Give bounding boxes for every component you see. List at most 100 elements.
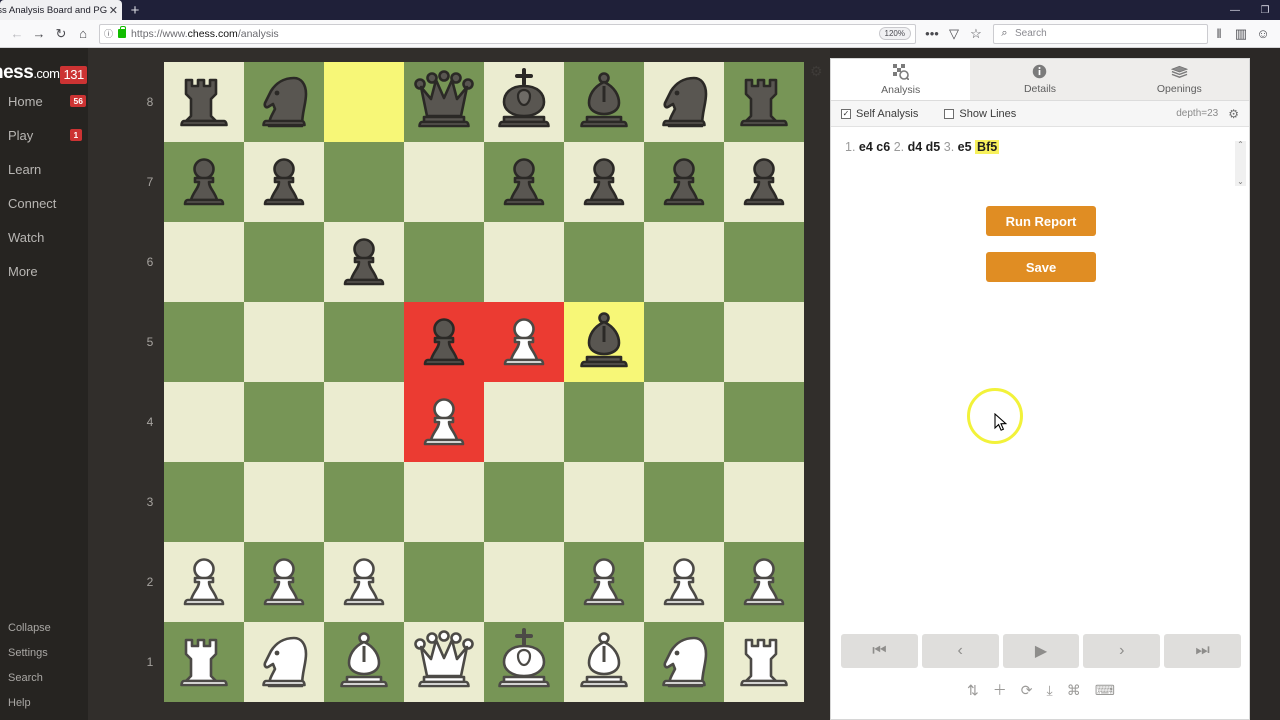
white-bishop-icon[interactable] bbox=[564, 622, 644, 702]
square-d7[interactable] bbox=[404, 142, 484, 222]
sidebar-footer-collapse[interactable]: Collapse bbox=[8, 618, 98, 638]
white-rook-icon[interactable] bbox=[724, 622, 804, 702]
square-b8[interactable] bbox=[244, 62, 324, 142]
black-pawn-icon[interactable] bbox=[644, 142, 724, 222]
square-f2[interactable] bbox=[564, 542, 644, 622]
black-rook-icon[interactable] bbox=[164, 62, 244, 142]
square-d4[interactable] bbox=[404, 382, 484, 462]
square-a2[interactable] bbox=[164, 542, 244, 622]
square-d5[interactable] bbox=[404, 302, 484, 382]
black-rook-icon[interactable] bbox=[724, 62, 804, 142]
play-button[interactable]: ▶ bbox=[1002, 634, 1080, 668]
next-move-button[interactable]: › bbox=[1083, 634, 1161, 668]
sidebar-item-home[interactable]: Home 56 bbox=[8, 89, 160, 113]
reload-button[interactable]: ⟳ bbox=[1021, 683, 1033, 697]
square-h3[interactable] bbox=[724, 462, 804, 542]
move-white[interactable]: d4 bbox=[908, 140, 923, 154]
white-rook-icon[interactable] bbox=[164, 622, 244, 702]
move-list-scrollbar[interactable]: ⌃ ⌄ bbox=[1235, 141, 1246, 186]
square-f4[interactable] bbox=[564, 382, 644, 462]
back-icon[interactable]: ← bbox=[6, 23, 28, 45]
square-h7[interactable] bbox=[724, 142, 804, 222]
square-d6[interactable] bbox=[404, 222, 484, 302]
square-e8[interactable] bbox=[484, 62, 564, 142]
tab-openings[interactable]: Openings bbox=[1109, 59, 1249, 100]
square-c7[interactable] bbox=[324, 142, 404, 222]
previous-move-button[interactable]: ‹ bbox=[921, 634, 999, 668]
white-king-icon[interactable] bbox=[484, 622, 564, 702]
sidebar-footer-help[interactable]: Help bbox=[8, 693, 98, 713]
white-pawn-icon[interactable] bbox=[164, 542, 244, 622]
library-icon[interactable]: ‖ bbox=[1208, 23, 1230, 45]
show-lines-checkbox[interactable]: Show Lines bbox=[944, 108, 1016, 120]
square-a1[interactable] bbox=[164, 622, 244, 702]
square-f7[interactable] bbox=[564, 142, 644, 222]
minimize-icon[interactable]: — bbox=[1220, 0, 1250, 20]
move-black[interactable]: d5 bbox=[926, 140, 941, 154]
board-settings-gear-icon[interactable]: ⚙ bbox=[810, 64, 826, 80]
square-b7[interactable] bbox=[244, 142, 324, 222]
address-bar[interactable]: ⓘ https://www.chess.com/analysis 120% bbox=[99, 23, 916, 44]
black-pawn-icon[interactable] bbox=[564, 142, 644, 222]
white-pawn-icon[interactable] bbox=[404, 382, 484, 462]
white-knight-icon[interactable] bbox=[244, 622, 324, 702]
forward-icon[interactable]: → bbox=[28, 23, 50, 45]
square-a7[interactable] bbox=[164, 142, 244, 222]
black-pawn-icon[interactable] bbox=[164, 142, 244, 222]
square-g5[interactable] bbox=[644, 302, 724, 382]
site-info-icon[interactable]: ⓘ bbox=[104, 27, 113, 40]
sidebar-footer-settings[interactable]: Settings bbox=[8, 643, 98, 663]
scroll-up-icon[interactable]: ⌃ bbox=[1237, 141, 1244, 149]
square-a4[interactable] bbox=[164, 382, 244, 462]
move-black[interactable]: Bf5 bbox=[975, 140, 1000, 154]
vs-computer-button[interactable]: ⌨ bbox=[1095, 683, 1115, 697]
square-f6[interactable] bbox=[564, 222, 644, 302]
square-h1[interactable] bbox=[724, 622, 804, 702]
browser-tab[interactable]: ess Analysis Board and PGN ✕ bbox=[0, 0, 122, 20]
square-f3[interactable] bbox=[564, 462, 644, 542]
square-g1[interactable] bbox=[644, 622, 724, 702]
square-b3[interactable] bbox=[244, 462, 324, 542]
square-g2[interactable] bbox=[644, 542, 724, 622]
square-e5[interactable] bbox=[484, 302, 564, 382]
share-button[interactable]: ⌘ bbox=[1067, 683, 1081, 697]
square-f8[interactable] bbox=[564, 62, 644, 142]
sidebar-icon[interactable]: ▥ bbox=[1230, 23, 1252, 45]
square-a3[interactable] bbox=[164, 462, 244, 542]
square-e2[interactable] bbox=[484, 542, 564, 622]
square-b5[interactable] bbox=[244, 302, 324, 382]
last-move-button[interactable]: ⏭ bbox=[1164, 634, 1241, 668]
page-menu-icon[interactable]: ••• bbox=[921, 23, 943, 45]
sidebar-footer-search[interactable]: Search bbox=[8, 668, 98, 688]
move-white[interactable]: e5 bbox=[958, 140, 972, 154]
square-h8[interactable] bbox=[724, 62, 804, 142]
square-a6[interactable] bbox=[164, 222, 244, 302]
first-move-button[interactable]: ⏮ bbox=[841, 634, 918, 668]
square-d8[interactable] bbox=[404, 62, 484, 142]
square-g7[interactable] bbox=[644, 142, 724, 222]
close-icon[interactable]: ✕ bbox=[109, 4, 118, 17]
square-e4[interactable] bbox=[484, 382, 564, 462]
square-e3[interactable] bbox=[484, 462, 564, 542]
search-input[interactable]: ⌕ Search bbox=[993, 23, 1208, 44]
move-white[interactable]: e4 bbox=[859, 140, 873, 154]
square-c8[interactable] bbox=[324, 62, 404, 142]
engine-settings-gear-icon[interactable]: ⚙ bbox=[1228, 107, 1239, 121]
move-black[interactable]: c6 bbox=[876, 140, 890, 154]
download-button[interactable]: ⤓ bbox=[1047, 683, 1053, 697]
black-pawn-icon[interactable] bbox=[724, 142, 804, 222]
white-pawn-icon[interactable] bbox=[644, 542, 724, 622]
black-pawn-icon[interactable] bbox=[404, 302, 484, 382]
white-pawn-icon[interactable] bbox=[244, 542, 324, 622]
scroll-down-icon[interactable]: ⌄ bbox=[1237, 178, 1244, 186]
square-c6[interactable] bbox=[324, 222, 404, 302]
square-d2[interactable] bbox=[404, 542, 484, 622]
white-pawn-icon[interactable] bbox=[324, 542, 404, 622]
square-e1[interactable] bbox=[484, 622, 564, 702]
square-c1[interactable] bbox=[324, 622, 404, 702]
home-icon[interactable]: ⌂ bbox=[72, 23, 94, 45]
white-pawn-icon[interactable] bbox=[484, 302, 564, 382]
tab-analysis[interactable]: Analysis bbox=[831, 59, 971, 100]
square-a8[interactable] bbox=[164, 62, 244, 142]
white-bishop-icon[interactable] bbox=[324, 622, 404, 702]
